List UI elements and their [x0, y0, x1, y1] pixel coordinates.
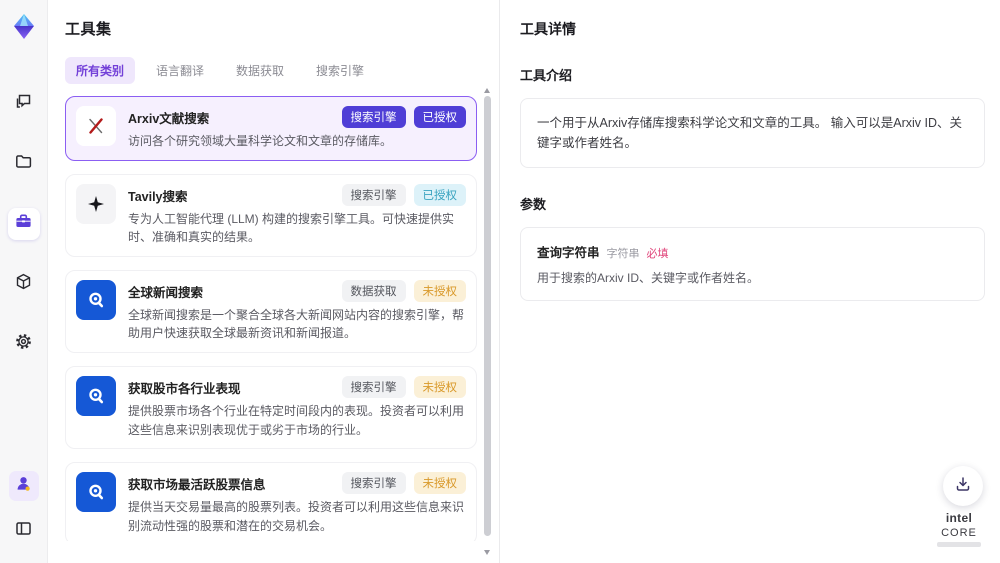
- user-avatar-icon: [14, 474, 33, 498]
- tool-card-list: Arxiv文献搜索 搜索引擎 已授权 访问各个研究领域大量科学论文和文章的存储库…: [65, 96, 477, 541]
- intro-heading: 工具介绍: [520, 68, 573, 83]
- app-logo-icon: [9, 12, 39, 42]
- icon-sidebar: [0, 0, 48, 563]
- scroll-up-arrow-icon[interactable]: [484, 88, 490, 93]
- detail-title: 工具详情: [520, 21, 576, 37]
- tab-2[interactable]: 数据获取: [225, 57, 295, 84]
- briefcase-icon: [14, 212, 33, 236]
- tavily-star-icon: [76, 183, 116, 224]
- page-title: 工具集: [65, 21, 112, 38]
- param-required-flag: 必填: [646, 248, 669, 260]
- tool-card-1[interactable]: Tavily搜索 搜索引擎 已授权 专为人工智能代理 (LLM) 构建的搜索引擎…: [65, 173, 477, 257]
- intro-box: 一个用于从Arxiv存储库搜索科学论文和文章的工具。 输入可以是Arxiv ID…: [520, 98, 985, 168]
- collapse-sidebar-button[interactable]: [8, 515, 40, 547]
- intel-core-text: CORE: [941, 527, 977, 539]
- tool-list-panel: 工具集 所有类别 语言翻译 数据获取 搜索引擎 Arxiv文献搜索 搜索引擎 已授权 …: [48, 0, 500, 563]
- intel-logo-text: intel: [945, 511, 973, 525]
- param-name: 查询字符串: [537, 246, 600, 260]
- gear-icon: [14, 332, 33, 356]
- tool-category-badge: 搜索引擎: [341, 106, 406, 128]
- blue-search-app-icon: [76, 375, 116, 416]
- tool-name: Tavily搜索: [128, 189, 188, 204]
- tool-name: 获取市场最活跃股票信息: [128, 478, 266, 493]
- sidebar-item-tools[interactable]: [7, 208, 40, 240]
- tool-auth-badge[interactable]: 未授权: [413, 375, 466, 398]
- scrollbar-thumb[interactable]: [484, 96, 491, 536]
- sidebar-item-models[interactable]: [8, 268, 40, 300]
- user-profile-button[interactable]: [8, 471, 39, 501]
- intel-badge-subline: [937, 542, 981, 547]
- tool-category-badge: 搜索引擎: [341, 472, 406, 495]
- folder-icon: [14, 152, 33, 176]
- list-scrollbar[interactable]: [484, 88, 491, 555]
- tool-name: Arxiv文献搜索: [128, 112, 210, 126]
- tool-auth-badge[interactable]: 未授权: [413, 279, 466, 302]
- collapse-sidebar-icon: [14, 519, 33, 543]
- cube-icon: [14, 272, 33, 296]
- tool-description: 专为人工智能代理 (LLM) 构建的搜索引擎工具。可快速提供实时、准确和真实的结…: [128, 211, 455, 245]
- intel-core-badge: intel CORE: [930, 511, 988, 547]
- tool-category-badge: 数据获取: [341, 279, 406, 302]
- blue-search-app-icon: [76, 472, 116, 513]
- tool-detail-panel: 工具详情 工具介绍 一个用于从Arxiv存储库搜索科学论文和文章的工具。 输入可…: [500, 0, 1000, 563]
- tool-name: 获取股市各行业表现: [128, 381, 241, 396]
- arxiv-logo-icon: [76, 106, 116, 146]
- params-heading: 参数: [520, 197, 547, 212]
- tool-card-4[interactable]: 获取市场最活跃股票信息 搜索引擎 未授权 提供当天交易量最高的股票列表。投资者可…: [65, 462, 477, 541]
- tool-card-3[interactable]: 获取股市各行业表现 搜索引擎 未授权 提供股票市场各个行业在特定时间段内的表现。…: [65, 365, 477, 450]
- category-tabs: 所有类别 语言翻译 数据获取 搜索引擎: [65, 57, 499, 84]
- tool-auth-badge[interactable]: 未授权: [413, 472, 466, 495]
- download-icon: [954, 475, 972, 498]
- tool-category-badge: 搜索引擎: [341, 183, 406, 206]
- tool-card-0[interactable]: Arxiv文献搜索 搜索引擎 已授权 访问各个研究领域大量科学论文和文章的存储库…: [65, 96, 477, 161]
- tool-category-badge: 搜索引擎: [341, 375, 406, 398]
- scroll-down-arrow-icon[interactable]: [484, 550, 490, 555]
- download-button[interactable]: [943, 466, 983, 506]
- app-window: 工具集 所有类别 语言翻译 数据获取 搜索引擎 Arxiv文献搜索 搜索引擎 已授权 …: [0, 0, 1000, 563]
- tool-description: 全球新闻搜索是一个聚合全球各大新闻网站内容的搜索引擎，帮助用户快速获取全球最新资…: [128, 307, 465, 341]
- param-desc: 用于搜索的Arxiv ID、关键字或作者姓名。: [537, 271, 760, 285]
- tool-auth-badge[interactable]: 已授权: [413, 183, 466, 206]
- tool-card-2[interactable]: 全球新闻搜索 数据获取 未授权 全球新闻搜索是一个聚合全球各大新闻网站内容的搜索…: [65, 269, 477, 353]
- tool-description: 提供当天交易量最高的股票列表。投资者可以利用这些信息来识别流动性强的股票和潜在的…: [128, 500, 465, 533]
- tab-1[interactable]: 语言翻译: [145, 57, 215, 84]
- sidebar-item-files[interactable]: [8, 148, 40, 180]
- tool-description: 访问各个研究领域大量科学论文和文章的存储库。: [128, 134, 393, 148]
- tool-description: 提供股票市场各个行业在特定时间段内的表现。投资者可以利用这些信息来识别表现优于或…: [128, 403, 465, 437]
- intro-text: 一个用于从Arxiv存储库搜索科学论文和文章的工具。 输入可以是Arxiv ID…: [537, 116, 963, 150]
- blue-search-app-icon: [76, 279, 116, 320]
- sidebar-item-chat[interactable]: [8, 88, 40, 120]
- tool-auth-badge[interactable]: 已授权: [413, 106, 466, 128]
- tab-0[interactable]: 所有类别: [65, 57, 136, 84]
- param-type: 字符串: [606, 248, 640, 260]
- chat-icon: [14, 92, 33, 116]
- tab-3[interactable]: 搜索引擎: [305, 57, 375, 84]
- param-box: 查询字符串 字符串 必填 用于搜索的Arxiv ID、关键字或作者姓名。: [520, 227, 985, 301]
- sidebar-item-settings[interactable]: [8, 328, 40, 360]
- tool-name: 全球新闻搜索: [128, 285, 204, 300]
